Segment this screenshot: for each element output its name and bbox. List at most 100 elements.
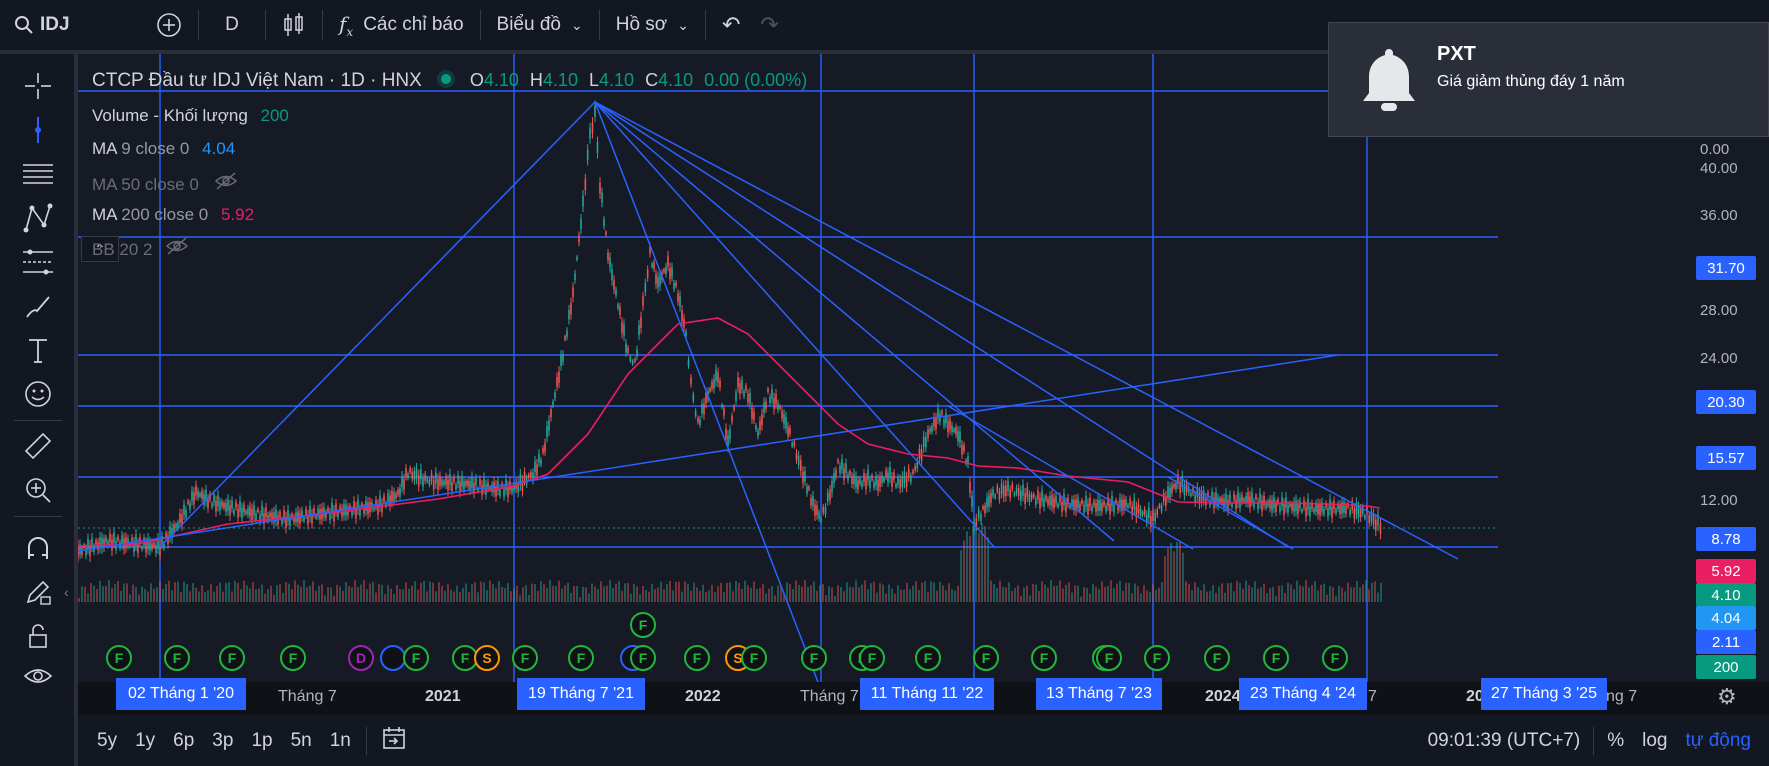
range-1y[interactable]: 1y	[126, 730, 164, 752]
candle-body	[584, 179, 587, 191]
volume-bar	[630, 593, 632, 602]
volume-bar	[441, 585, 443, 602]
event-flag[interactable]: F	[280, 645, 306, 671]
range-3m[interactable]: 3p	[203, 730, 242, 752]
candle-body	[580, 219, 582, 230]
candles-button[interactable]	[272, 5, 316, 45]
volume-bar	[1011, 590, 1013, 602]
volume-bar	[993, 584, 995, 602]
range-5d[interactable]: 5n	[282, 730, 321, 752]
event-flag[interactable]: F	[1322, 645, 1348, 671]
event-flag[interactable]: F	[741, 645, 767, 671]
chart-pane[interactable]: ⌃	[78, 54, 1769, 682]
candle-body	[1007, 481, 1009, 492]
candle-body	[1243, 498, 1245, 502]
price-chart[interactable]	[78, 54, 1769, 682]
event-flag[interactable]: F	[219, 645, 245, 671]
event-flag[interactable]: F	[568, 645, 594, 671]
percent-scale-toggle[interactable]: %	[1598, 730, 1633, 752]
volume-bar	[426, 591, 428, 602]
event-flag[interactable]: F	[1031, 645, 1057, 671]
ma50-legend[interactable]: MA 50 close 0	[92, 172, 238, 195]
event-flag[interactable]: F	[1204, 645, 1230, 671]
event-flag[interactable]: S	[474, 645, 500, 671]
symbol-search[interactable]: IDJ	[0, 5, 146, 45]
event-flag[interactable]: F	[1263, 645, 1289, 671]
volume-bar	[93, 585, 95, 602]
event-flag[interactable]: F	[630, 612, 656, 638]
alert-notification[interactable]: PXT Giá giảm thủng đáy 1 năm	[1328, 22, 1769, 137]
timezone-clock[interactable]: 09:01:39 (UTC+7)	[1419, 730, 1590, 752]
volume-bar	[237, 582, 239, 602]
volume-bar	[651, 583, 653, 602]
date-tag: 13 Tháng 7 '23	[1036, 678, 1162, 710]
event-flag[interactable]: F	[915, 645, 941, 671]
event-flag[interactable]: F	[684, 645, 710, 671]
pattern-icon[interactable]	[20, 200, 56, 236]
smiley-icon[interactable]	[20, 376, 56, 412]
forecast-tools-icon[interactable]	[20, 244, 56, 280]
volume-bar	[1056, 585, 1058, 602]
event-flag[interactable]: F	[106, 645, 132, 671]
volume-bar	[873, 581, 875, 602]
compare-button[interactable]	[146, 5, 192, 45]
zoom-in-icon[interactable]	[20, 472, 56, 508]
log-scale-toggle[interactable]: log	[1633, 730, 1676, 752]
candle-body	[781, 410, 783, 419]
eye-icon[interactable]	[20, 658, 56, 694]
volume-bar	[558, 580, 560, 602]
volume-bar	[498, 581, 500, 602]
redo-button[interactable]: ↷	[750, 5, 788, 45]
chart-title[interactable]: CTCP Đầu tư IDJ Việt Nam · 1D · HNX	[92, 70, 422, 91]
event-flag[interactable]: F	[1144, 645, 1170, 671]
ma9-legend[interactable]: MA 9 close 0 4.04	[92, 139, 235, 159]
event-flag[interactable]: F	[164, 645, 190, 671]
date-range-calendar-icon[interactable]	[373, 725, 415, 756]
candle-body	[395, 493, 397, 499]
indicators-button[interactable]: fx Các chỉ báo	[329, 5, 474, 45]
ma200-legend[interactable]: MA 200 close 0 5.92	[92, 205, 254, 225]
event-flag[interactable]: F	[403, 645, 429, 671]
event-flag[interactable]: F	[630, 645, 656, 671]
range-1d[interactable]: 1n	[321, 730, 360, 752]
bb-legend[interactable]: BB 20 2	[92, 237, 189, 260]
collapse-sidebar-button[interactable]: ‹	[64, 584, 74, 614]
brush-icon[interactable]	[20, 288, 56, 324]
chart-type-dropdown[interactable]: Biểu đồ ⌄	[487, 5, 593, 45]
candle-body	[99, 537, 101, 548]
candle-body	[231, 500, 233, 509]
range-5y[interactable]: 5y	[88, 730, 126, 752]
range-1m[interactable]: 1p	[242, 730, 281, 752]
event-flag[interactable]: F	[801, 645, 827, 671]
candle-body	[197, 490, 199, 498]
crosshair-icon[interactable]	[20, 68, 56, 104]
eye-hidden-icon[interactable]	[165, 237, 189, 259]
auto-scale-toggle[interactable]: tự động	[1676, 730, 1769, 752]
lock-icon[interactable]	[20, 618, 56, 654]
candle-body	[375, 499, 377, 508]
event-flag[interactable]: F	[973, 645, 999, 671]
text-icon[interactable]	[20, 332, 56, 368]
settings-gear-icon[interactable]: ⚙	[1717, 684, 1737, 710]
pencil-lock-icon[interactable]	[20, 574, 56, 610]
trend-line-icon[interactable]	[20, 112, 56, 148]
volume-bar	[342, 591, 344, 602]
candle-body	[783, 414, 785, 425]
event-flag[interactable]: F	[512, 645, 538, 671]
horizontal-lines-icon[interactable]	[20, 156, 56, 192]
volume-bar	[1134, 583, 1136, 602]
profile-dropdown[interactable]: Hồ sơ ⌄	[606, 5, 699, 45]
volume-bar	[111, 587, 113, 602]
volume-legend[interactable]: Volume - Khối lượng 200	[92, 106, 289, 126]
event-flag[interactable]: F	[1096, 645, 1122, 671]
event-flag[interactable]: D	[348, 645, 374, 671]
range-6m[interactable]: 6p	[164, 730, 203, 752]
interval-button[interactable]: D	[205, 5, 259, 45]
candle-body	[1359, 508, 1362, 518]
magnet-icon[interactable]	[20, 530, 56, 566]
ruler-icon[interactable]	[20, 428, 56, 464]
candle-body	[1095, 503, 1097, 512]
undo-button[interactable]: ↶	[712, 5, 750, 45]
event-flag[interactable]: F	[859, 645, 885, 671]
eye-hidden-icon[interactable]	[214, 172, 238, 194]
